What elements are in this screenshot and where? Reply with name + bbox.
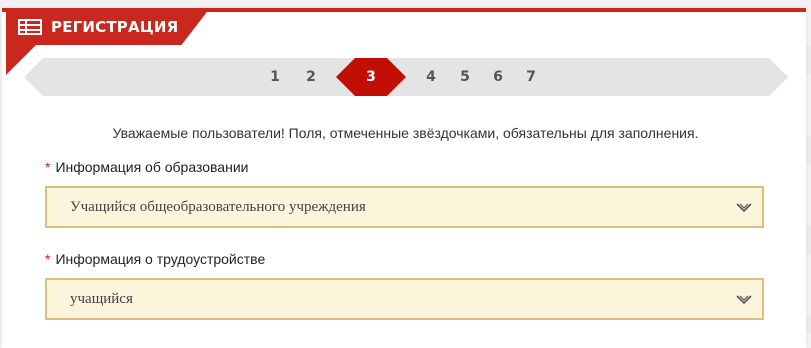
chevron-down-icon — [736, 292, 752, 306]
education-info-label-text: Информация об образовании — [55, 159, 249, 175]
required-asterisk: * — [45, 251, 51, 267]
page-title: РЕГИСТРАЦИЯ — [51, 17, 179, 36]
education-info-value: Учащийся общеобразовательного учреждения — [70, 199, 366, 215]
employment-info-select[interactable]: учащийся — [45, 278, 764, 320]
step-indicator: 1 2 3 4 5 6 7 — [24, 58, 788, 96]
step-4[interactable]: 4 — [421, 58, 441, 96]
education-info-select[interactable]: Учащийся общеобразовательного учреждения — [45, 186, 764, 228]
employment-info-label: * Информация о трудоустройстве — [45, 251, 265, 267]
employment-info-label-text: Информация о трудоустройстве — [55, 251, 266, 267]
education-info-label: * Информация об образовании — [45, 159, 248, 175]
header-tab: РЕГИСТРАЦИЯ — [6, 8, 210, 45]
required-fields-notice: Уважаемые пользователи! Поля, отмеченные… — [112, 125, 699, 141]
step-6[interactable]: 6 — [488, 58, 508, 96]
step-2[interactable]: 2 — [301, 58, 321, 96]
required-asterisk: * — [45, 159, 51, 175]
step-7[interactable]: 7 — [521, 58, 541, 96]
stepper-bar — [24, 58, 788, 96]
register-icon — [18, 18, 42, 35]
step-3[interactable]: 3 — [361, 58, 381, 96]
step-5[interactable]: 5 — [455, 58, 475, 96]
step-1[interactable]: 1 — [265, 58, 285, 96]
chevron-down-icon — [736, 200, 752, 214]
employment-info-value: учащийся — [70, 291, 133, 307]
